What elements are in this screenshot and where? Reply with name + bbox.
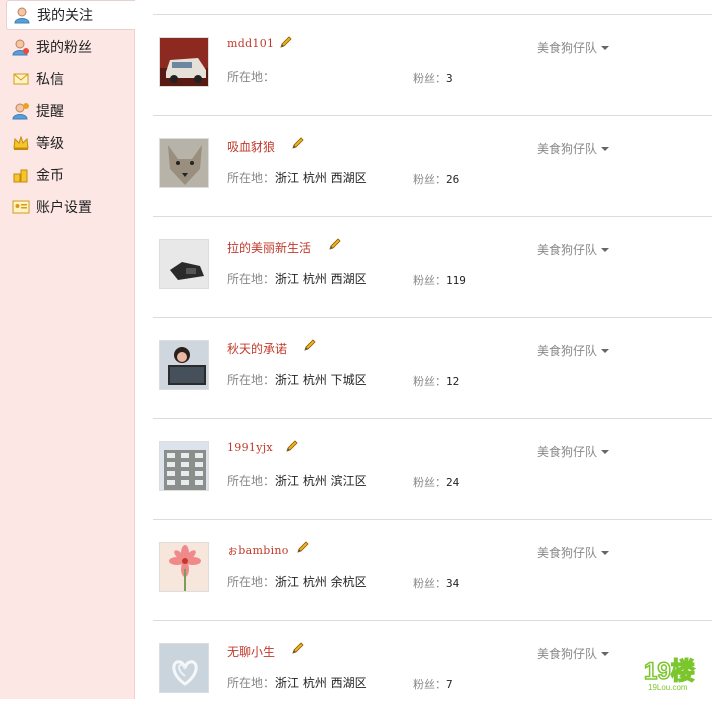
caret-down-icon [601,146,610,151]
mail-icon [12,70,30,88]
sidebar-item-my-follows[interactable]: 我的关注 [6,0,135,30]
pencil-icon[interactable] [296,540,310,554]
location: 所在地：浙江 杭州 西湖区 [227,676,367,690]
caret-down-icon [601,348,610,353]
list-item: ぉbambino 所在地：浙江 杭州 余杭区 粉丝：34 美食狗仔队 [153,520,712,621]
avatar[interactable] [159,37,209,87]
caret-down-icon [601,449,610,454]
fans-count: 粉丝：3 [413,72,453,85]
location: 所在地：浙江 杭州 下城区 [227,373,367,387]
username-link[interactable]: 吸血豺狼 [227,138,275,155]
username-link[interactable]: 拉的美丽新生活 [227,239,311,256]
location: 所在地：浙江 杭州 滨江区 [227,474,367,488]
fans-count: 粉丝：7 [413,678,453,691]
username-link[interactable]: 秋天的承诺 [227,340,287,357]
group-dropdown[interactable]: 美食狗仔队 [537,241,610,258]
sidebar-item-level[interactable]: 等级 [6,128,134,158]
group-dropdown[interactable]: 美食狗仔队 [537,39,610,56]
sidebar: 我的关注 我的粉丝 私信 提醒 等级 金币 账户设置 [0,0,135,699]
group-dropdown[interactable]: 美食狗仔队 [537,645,610,662]
fans-icon [12,38,30,56]
group-dropdown[interactable]: 美食狗仔队 [537,544,610,561]
username-link[interactable]: 无聊小生 [227,643,275,660]
location: 所在地：浙江 杭州 余杭区 [227,575,367,589]
sidebar-item-label: 私信 [36,72,64,88]
username-link[interactable]: 1991yjx [227,441,273,454]
fans-count: 粉丝：26 [413,173,460,186]
sidebar-item-label: 我的关注 [37,8,93,24]
caret-down-icon [601,651,610,656]
avatar[interactable] [159,441,209,491]
sidebar-item-coins[interactable]: 金币 [6,160,134,190]
fans-count: 粉丝：24 [413,476,460,489]
fans-count: 粉丝：34 [413,577,460,590]
caret-down-icon [601,45,610,50]
group-dropdown[interactable]: 美食狗仔队 [537,342,610,359]
crown-icon [12,134,30,152]
pencil-icon[interactable] [291,136,305,150]
group-dropdown[interactable]: 美食狗仔队 [537,140,610,157]
user-icon [13,6,31,24]
sidebar-item-messages[interactable]: 私信 [6,64,134,94]
watermark-sub-text: 19Lou.com [648,683,688,692]
location: 所在地：浙江 杭州 西湖区 [227,272,367,286]
sidebar-item-my-fans[interactable]: 我的粉丝 [6,32,134,62]
username-link[interactable]: mdd101 [227,37,274,50]
watermark-main-text: 19楼 [644,658,695,685]
fans-count: 粉丝：119 [413,274,466,287]
pencil-icon[interactable] [279,35,293,49]
avatar[interactable] [159,542,209,592]
coins-icon [12,166,30,184]
sidebar-item-label: 账户设置 [36,200,92,216]
avatar[interactable] [159,643,209,693]
list-item: mdd101 所在地： 粉丝：3 美食狗仔队 [153,15,712,116]
list-item: 1991yjx 所在地：浙江 杭州 滨江区 粉丝：24 美食狗仔队 [153,419,712,520]
fans-count: 粉丝：12 [413,375,460,388]
account-card-icon [12,198,30,216]
sidebar-item-label: 我的粉丝 [36,40,92,56]
follow-list: mdd101 所在地： 粉丝：3 美食狗仔队 吸血豺狼 所在地：浙江 杭州 西湖… [153,0,712,699]
caret-down-icon [601,247,610,252]
list-item: 吸血豺狼 所在地：浙江 杭州 西湖区 粉丝：26 美食狗仔队 [153,116,712,217]
avatar[interactable] [159,340,209,390]
pencil-icon[interactable] [328,237,342,251]
sidebar-item-label: 金币 [36,168,64,184]
pencil-icon[interactable] [303,338,317,352]
group-dropdown[interactable]: 美食狗仔队 [537,443,610,460]
site-watermark-logo: 19楼 19Lou.com [642,655,704,693]
avatar[interactable] [159,138,209,188]
caret-down-icon [601,550,610,555]
sidebar-item-account-settings[interactable]: 账户设置 [6,192,134,222]
list-item: 秋天的承诺 所在地：浙江 杭州 下城区 粉丝：12 美食狗仔队 [153,318,712,419]
location: 所在地： [227,70,276,84]
sidebar-item-label: 提醒 [36,104,64,120]
reminder-icon [12,102,30,120]
location: 所在地：浙江 杭州 西湖区 [227,171,367,185]
pencil-icon[interactable] [291,641,305,655]
pencil-icon[interactable] [285,439,299,453]
sidebar-item-label: 等级 [36,136,64,152]
list-item: 无聊小生 所在地：浙江 杭州 西湖区 粉丝：7 美食狗仔队 [153,621,712,722]
sidebar-item-reminders[interactable]: 提醒 [6,96,134,126]
list-item: 拉的美丽新生活 所在地：浙江 杭州 西湖区 粉丝：119 美食狗仔队 [153,217,712,318]
avatar[interactable] [159,239,209,289]
username-link[interactable]: ぉbambino [227,542,289,558]
